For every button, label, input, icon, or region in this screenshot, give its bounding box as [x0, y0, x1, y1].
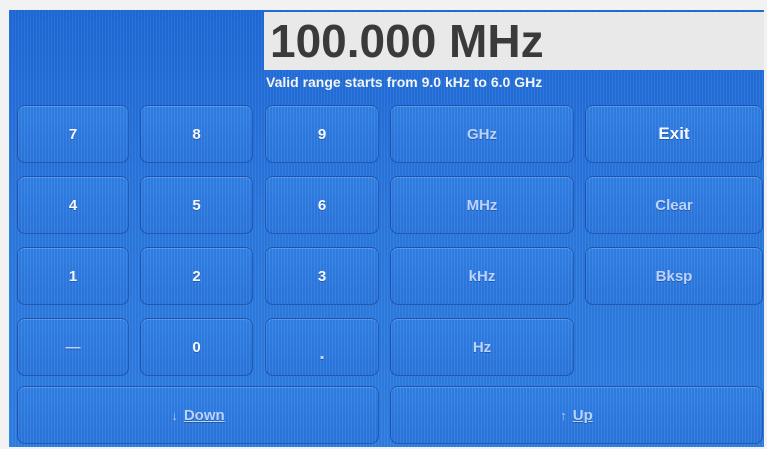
- arrow-up-icon: ↑: [560, 407, 567, 423]
- key-minus-label: —: [65, 338, 81, 356]
- up-button[interactable]: ↑ Up: [390, 386, 763, 444]
- key-0-label: 0: [192, 338, 201, 356]
- key-8[interactable]: 8: [140, 105, 253, 163]
- backspace-button[interactable]: Bksp: [585, 247, 763, 305]
- frequency-entry-screen: 100.000 MHz Valid range starts from 9.0 …: [9, 10, 764, 447]
- key-5[interactable]: 5: [140, 176, 253, 234]
- key-1[interactable]: 1: [17, 247, 129, 305]
- unit-khz-label: kHz: [468, 267, 496, 285]
- key-2-label: 2: [192, 267, 201, 285]
- key-6-label: 6: [317, 196, 327, 214]
- key-9-label: 9: [317, 125, 327, 143]
- exit-button[interactable]: Exit: [585, 105, 763, 163]
- key-5-label: 5: [192, 196, 201, 214]
- unit-khz-button[interactable]: kHz: [390, 247, 574, 305]
- key-1-label: 1: [68, 267, 78, 285]
- key-3[interactable]: 3: [265, 247, 379, 305]
- key-7-label: 7: [68, 125, 78, 143]
- key-decimal-point-label: .: [319, 342, 325, 364]
- unit-ghz-button[interactable]: GHz: [390, 105, 574, 163]
- unit-hz-label: Hz: [472, 338, 492, 356]
- frequency-readout: 100.000 MHz: [264, 12, 764, 70]
- down-label: Down: [183, 406, 225, 424]
- backspace-label: Bksp: [655, 267, 693, 285]
- key-minus[interactable]: —: [17, 318, 129, 376]
- key-decimal-point[interactable]: .: [265, 318, 379, 376]
- key-4[interactable]: 4: [17, 176, 129, 234]
- key-3-label: 3: [317, 267, 327, 285]
- key-7[interactable]: 7: [17, 105, 129, 163]
- unit-ghz-label: GHz: [467, 125, 497, 143]
- unit-hz-button[interactable]: Hz: [390, 318, 574, 376]
- up-label: Up: [572, 406, 593, 424]
- key-9[interactable]: 9: [265, 105, 379, 163]
- key-2[interactable]: 2: [140, 247, 253, 305]
- unit-mhz-label: MHz: [466, 196, 498, 214]
- down-button[interactable]: ↓ Down: [17, 386, 379, 444]
- key-8-label: 8: [192, 125, 201, 143]
- arrow-down-icon: ↓: [171, 407, 178, 423]
- clear-button[interactable]: Clear: [585, 176, 763, 234]
- clear-label: Clear: [655, 196, 693, 214]
- unit-mhz-button[interactable]: MHz: [390, 176, 574, 234]
- exit-label: Exit: [658, 124, 690, 143]
- key-0[interactable]: 0: [140, 318, 253, 376]
- range-hint: Valid range starts from 9.0 kHz to 6.0 G…: [266, 74, 543, 90]
- key-4-label: 4: [68, 196, 78, 214]
- key-6[interactable]: 6: [265, 176, 379, 234]
